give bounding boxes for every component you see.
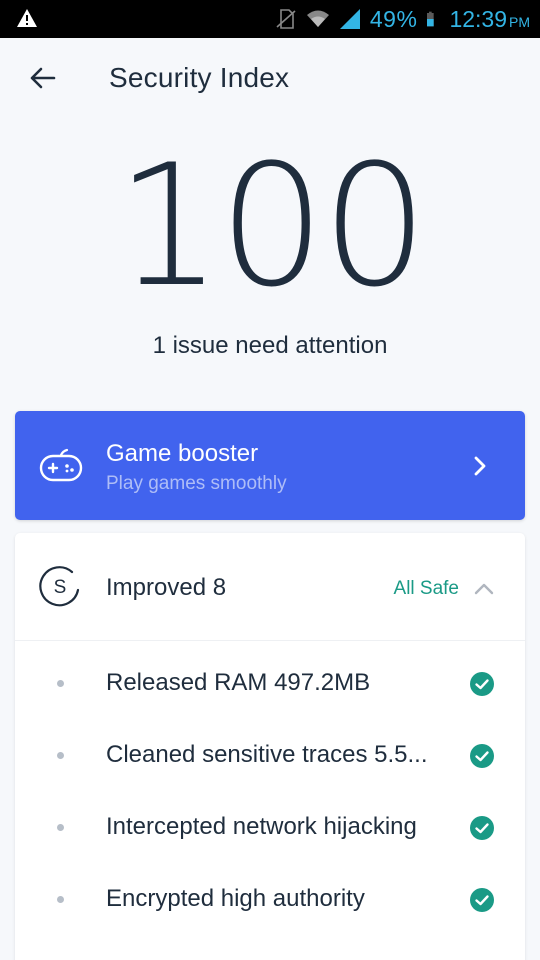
improved-item-label: Intercepted network hijacking [106,813,417,840]
bullet-icon [57,824,64,831]
bullet-icon [57,896,64,903]
battery-percentage: 49% [369,5,418,32]
status-icons: 49% 12:39 PM [274,0,530,38]
improved-item-label: Encrypted high authority [106,885,365,912]
game-booster-title: Game booster [106,440,259,467]
security-score: 100 [115,128,429,324]
check-circle-icon [470,744,494,768]
game-booster-subtitle: Play games smoothly [106,473,287,494]
improved-item: Cleaned sensitive traces 5.5... [15,721,525,793]
improved-item: Encrypted high authority [15,865,525,937]
bullet-icon [57,680,64,687]
improved-card: S Improved 8 All Safe Released RAM 497.2… [15,533,525,960]
check-circle-icon [470,672,494,696]
game-booster-card[interactable]: Game booster Play games smoothly [15,411,525,520]
improved-header[interactable]: S Improved 8 All Safe [15,533,525,641]
security-index-screen: 49% 12:39 PM Security Index 100 1 issue n… [0,0,540,960]
warning-icon [17,9,37,27]
signal-icon [339,9,360,29]
security-shield-s-icon: S [39,566,80,607]
gamepad-icon [39,448,83,482]
clock: 12:39 PM [449,6,530,33]
chevron-right-icon [474,456,486,476]
bullet-icon [57,752,64,759]
improved-item-label: Cleaned sensitive traces 5.5... [106,741,428,768]
chevron-up-icon[interactable] [471,576,497,602]
check-circle-icon [470,888,494,912]
svg-text:S: S [54,577,67,598]
status-bar: 49% 12:39 PM [0,0,540,38]
status-badge: All Safe [393,578,459,599]
no-sim-icon [276,9,296,29]
clock-ampm: PM [509,13,530,30]
improved-item: Intercepted network hijacking [15,793,525,865]
improved-item: Released RAM 497.2MB [15,649,525,721]
page-title: Security Index [109,62,290,93]
score-subtitle: 1 issue need attention [152,332,388,359]
improved-title: Improved 8 [106,574,227,601]
clock-time: 12:39 [449,5,507,32]
improved-item-label: Released RAM 497.2MB [106,669,371,696]
wifi-icon [306,10,329,27]
back-button[interactable] [22,60,62,96]
check-circle-icon [470,816,494,840]
battery-icon [427,11,435,27]
arrow-left-icon [30,67,56,89]
app-bar: Security Index [0,38,540,118]
